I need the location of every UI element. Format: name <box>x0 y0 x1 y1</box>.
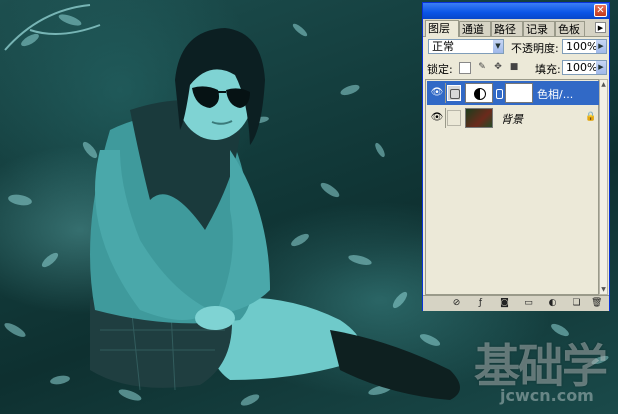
lock-transparency-icon[interactable] <box>459 62 471 74</box>
scroll-up-icon[interactable]: ▲ <box>600 80 607 89</box>
add-mask-icon[interactable]: ◙ <box>499 298 510 309</box>
eye-icon[interactable]: 👁 <box>429 83 446 103</box>
fill-field[interactable]: 100% ▶ <box>562 60 607 75</box>
layer-name[interactable]: 色相/... <box>537 86 597 102</box>
link-layers-icon[interactable]: ⊘ <box>451 298 462 309</box>
new-group-icon[interactable]: ▭ <box>523 298 534 309</box>
fill-value: 100% <box>566 61 598 74</box>
watermark-url: jcwcn.com <box>500 386 594 405</box>
fill-label: 填充: <box>535 63 561 76</box>
lock-brush-icon[interactable]: ✎ <box>477 62 487 72</box>
layer-style-icon[interactable]: ƒ <box>475 298 486 309</box>
palette-menu-icon[interactable]: ▶ <box>595 22 606 33</box>
blend-mode-select[interactable]: 正常 ▼ <box>428 39 504 54</box>
scroll-down-icon[interactable]: ▼ <box>600 285 607 294</box>
chevron-right-icon: ▶ <box>596 40 606 53</box>
tab-layers[interactable]: 图层 <box>425 20 459 37</box>
trash-icon[interactable]: 🗑 <box>591 298 602 309</box>
palette-bottom-toolbar: ⊘ ƒ ◙ ▭ ◐ ❏ 🗑 <box>423 295 609 311</box>
layer-list-scrollbar[interactable]: ▲ ▼ <box>599 79 608 295</box>
lock-move-icon[interactable]: ✥ <box>493 62 503 72</box>
lock-label: 锁定: <box>427 63 453 76</box>
tab-channels[interactable]: 通道 <box>459 21 491 36</box>
chain-link-icon[interactable] <box>496 89 503 99</box>
new-layer-icon[interactable]: ❏ <box>571 298 582 309</box>
tab-history[interactable]: 记录 <box>523 21 555 36</box>
mask-thumbnail[interactable] <box>505 83 533 103</box>
layers-palette: ✕ 图层 通道 路径 记录 色板 ▶ 正常 ▼ 不透明度: 100% ▶ 锁定:… <box>422 2 610 311</box>
eye-icon[interactable]: 👁 <box>429 108 446 128</box>
adjustment-layer-icon <box>447 85 461 101</box>
lock-all-icon[interactable]: ■ <box>509 62 519 72</box>
layer-list: 👁 色相/... 👁 背景 🔒 <box>425 79 599 295</box>
opacity-value: 100% <box>566 40 598 53</box>
opacity-label: 不透明度: <box>511 42 559 55</box>
close-icon[interactable]: ✕ <box>594 4 607 17</box>
chevron-down-icon: ▼ <box>493 40 503 53</box>
palette-tabs: 图层 通道 路径 记录 色板 ▶ <box>423 19 609 37</box>
blend-mode-value: 正常 <box>432 40 454 53</box>
tab-paths[interactable]: 路径 <box>491 21 523 36</box>
new-adjustment-layer-icon[interactable]: ◐ <box>547 298 558 309</box>
layer-row-hue-saturation[interactable]: 👁 色相/... <box>427 81 599 105</box>
lock-icon: 🔒 <box>585 112 597 122</box>
layer-name[interactable]: 背景 <box>501 111 561 127</box>
opacity-field[interactable]: 100% ▶ <box>562 39 607 54</box>
layer-row-background[interactable]: 👁 背景 🔒 <box>427 106 599 130</box>
tab-swatches[interactable]: 色板 <box>555 21 585 36</box>
adjustment-thumbnail <box>465 83 493 103</box>
palette-titlebar[interactable]: ✕ <box>423 3 609 19</box>
link-slot <box>447 110 461 126</box>
background-thumbnail <box>465 108 493 128</box>
chevron-right-icon: ▶ <box>596 61 606 74</box>
